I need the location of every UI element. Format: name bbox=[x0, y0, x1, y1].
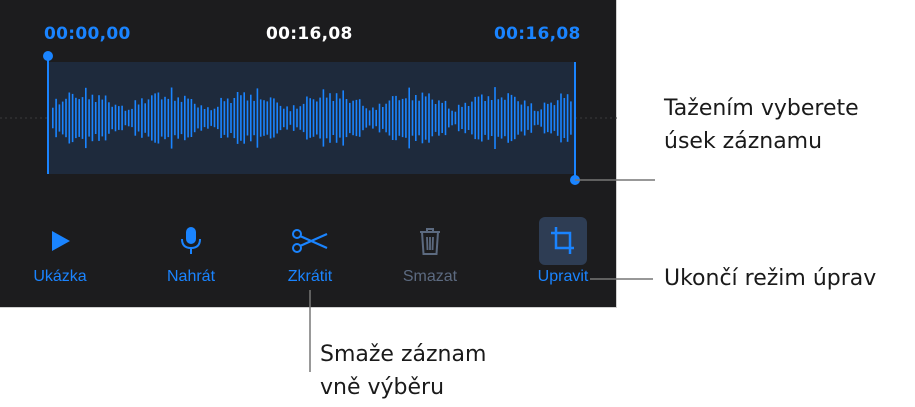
trim-callout: Smaže záznam vně výběru bbox=[320, 338, 486, 404]
selection-callout-line2: úsek záznamu bbox=[664, 129, 823, 154]
edit-mode-callout-text: Ukončí režim úprav bbox=[664, 266, 877, 291]
trim-callout-line2: vně výběru bbox=[320, 375, 445, 400]
edit-mode-callout: Ukončí režim úprav bbox=[664, 262, 876, 295]
selection-callout: Tažením vyberete úsek záznamu bbox=[664, 92, 859, 158]
selection-callout-line1: Tažením vyberete bbox=[664, 96, 859, 121]
trim-callout-line1: Smaže záznam bbox=[320, 342, 487, 367]
